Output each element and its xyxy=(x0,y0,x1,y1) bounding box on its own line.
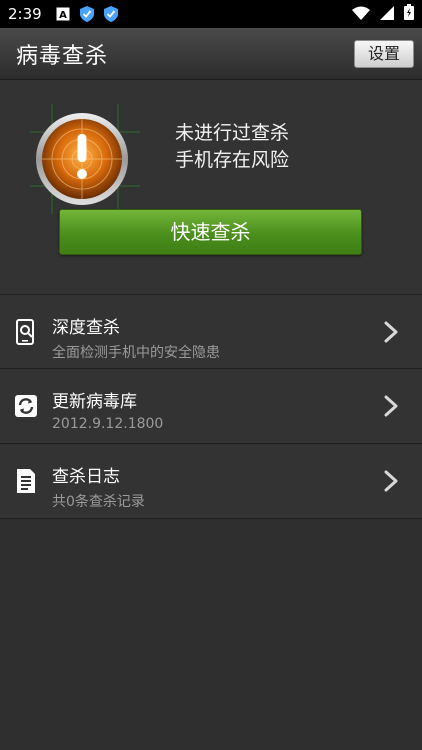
warning-radar-icon xyxy=(30,104,140,214)
refresh-icon xyxy=(14,393,38,419)
document-icon xyxy=(14,468,38,494)
list-item-title: 更新病毒库 xyxy=(52,392,137,412)
status-time: 2:39 xyxy=(8,5,42,23)
list-item-subtitle: 全面检测手机中的安全隐患 xyxy=(52,345,220,361)
status-line-2: 手机存在风险 xyxy=(175,149,290,171)
quick-scan-button[interactable]: 快速查杀 xyxy=(59,209,362,255)
wifi-icon xyxy=(352,5,370,24)
notification-a-icon: A xyxy=(56,7,70,21)
scan-options-list: 深度查杀 全面检测手机中的安全隐患 更新病毒库 2012.9.12.1800 查… xyxy=(0,294,422,519)
signal-icon xyxy=(380,5,394,24)
chevron-right-icon xyxy=(384,321,398,343)
status-line-1: 未进行过查杀 xyxy=(175,122,290,144)
app-header: 病毒查杀 设置 xyxy=(0,28,422,80)
list-item-subtitle: 2012.9.12.1800 xyxy=(52,416,164,432)
settings-button[interactable]: 设置 xyxy=(354,39,414,68)
scan-status-panel: 未进行过查杀 手机存在风险 xyxy=(0,80,422,296)
chevron-right-icon xyxy=(384,395,398,417)
phone-search-icon xyxy=(14,319,38,345)
battery-icon xyxy=(404,4,414,24)
shield-icon xyxy=(79,6,94,22)
chevron-right-icon xyxy=(384,470,398,492)
list-item-title: 深度查杀 xyxy=(52,318,120,338)
scan-status-text: 未进行过查杀 手机存在风险 xyxy=(175,120,289,174)
shield-icon xyxy=(103,6,118,22)
status-bar: 2:39 A xyxy=(0,0,422,28)
list-item-subtitle: 共0条查杀记录 xyxy=(52,494,145,510)
svg-text:A: A xyxy=(59,10,67,21)
page-title: 病毒查杀 xyxy=(16,43,109,69)
list-item-scan-log[interactable]: 查杀日志 共0条查杀记录 xyxy=(0,444,422,519)
list-item-update-database[interactable]: 更新病毒库 2012.9.12.1800 xyxy=(0,369,422,444)
list-item-deep-scan[interactable]: 深度查杀 全面检测手机中的安全隐患 xyxy=(0,294,422,369)
list-item-title: 查杀日志 xyxy=(52,467,120,487)
